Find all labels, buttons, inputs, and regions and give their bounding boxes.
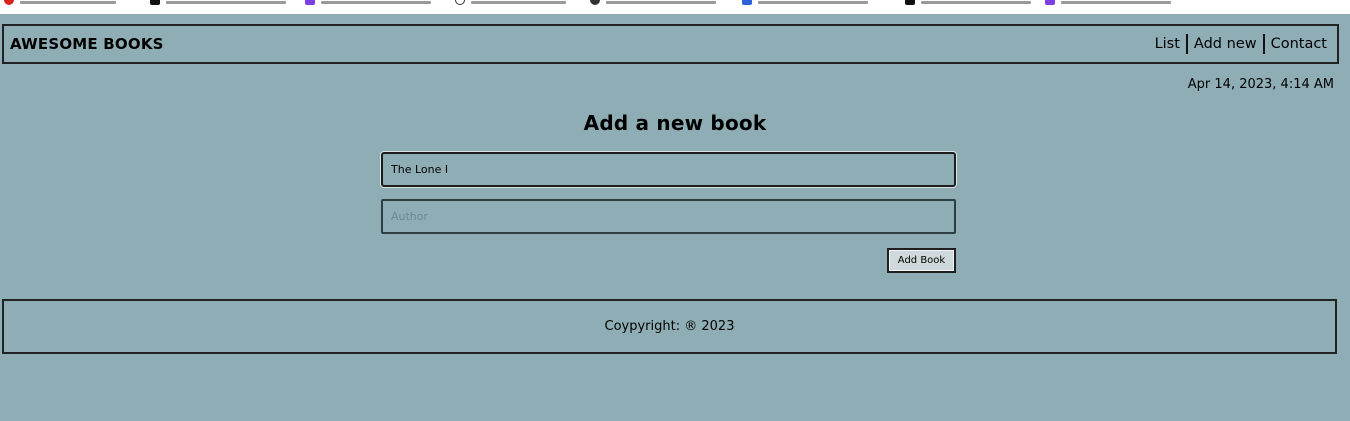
copyright-text: Coypyright: ® 2023	[604, 319, 735, 334]
book-title-input[interactable]	[381, 152, 956, 187]
logo: AWESOME BOOKS	[10, 35, 164, 53]
book-author-input[interactable]	[381, 199, 956, 234]
nav-link-list[interactable]: List	[1149, 36, 1186, 52]
purple-square-icon	[305, 0, 315, 5]
bookmark-item[interactable]	[905, 0, 1031, 5]
bookmark-item[interactable]	[4, 0, 116, 5]
purple-square-icon	[1045, 0, 1055, 5]
bookmark-item[interactable]	[305, 0, 431, 5]
main-nav: List Add new Contact	[1149, 34, 1327, 54]
nav-link-contact[interactable]: Contact	[1265, 36, 1327, 52]
blue-square-icon	[742, 0, 752, 5]
site-footer: Coypyright: ® 2023	[2, 299, 1337, 354]
site-header: AWESOME BOOKS List Add new Contact	[2, 24, 1339, 64]
nav-link-add-new[interactable]: Add new	[1188, 36, 1263, 52]
code-icon	[590, 0, 600, 5]
bookmark-item[interactable]	[742, 0, 868, 5]
page-title: Add a new book	[583, 111, 767, 135]
add-book-button[interactable]: Add Book	[887, 248, 956, 273]
bookmark-item[interactable]	[150, 0, 286, 5]
black-square-icon	[150, 0, 160, 5]
github-icon	[455, 0, 465, 5]
bookmarks-bar	[0, 0, 1350, 14]
bookmark-item[interactable]	[590, 0, 716, 5]
red-circle-icon	[4, 0, 14, 5]
black-square-icon	[905, 0, 915, 5]
current-datetime: Apr 14, 2023, 4:14 AM	[1187, 77, 1334, 92]
bookmark-item[interactable]	[1045, 0, 1171, 5]
bookmark-item[interactable]	[455, 0, 566, 5]
